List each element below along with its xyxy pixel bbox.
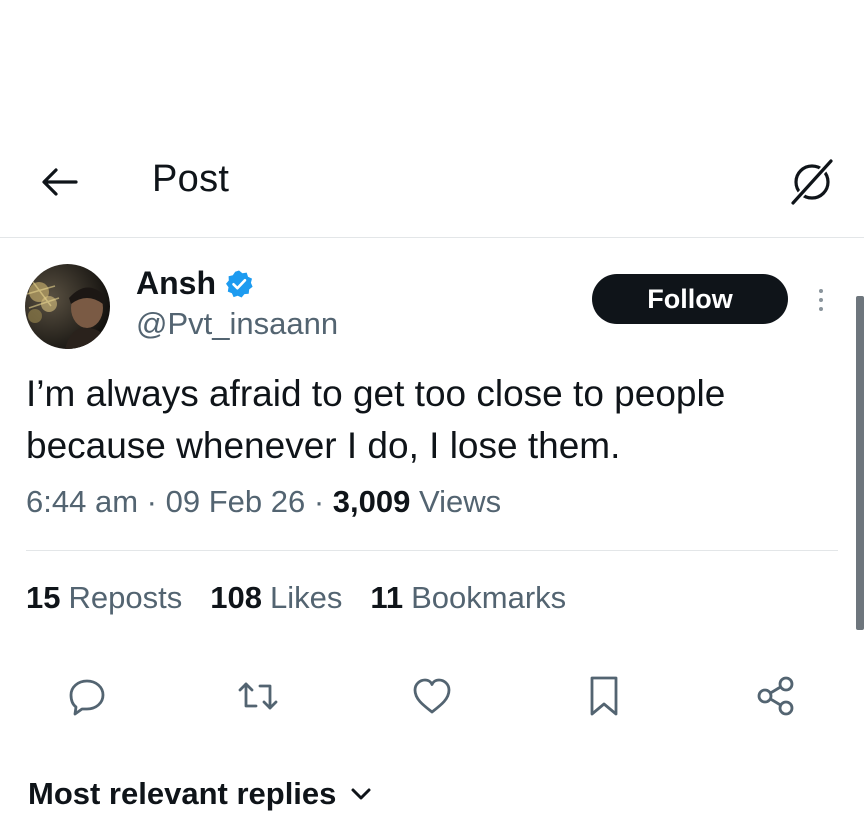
reposts-count: 15: [26, 580, 61, 615]
likes-stat[interactable]: 108 Likes: [210, 580, 342, 616]
post-meta: 6:44 am · 09 Feb 26 · 3,009 Views: [26, 484, 501, 520]
share-icon: [757, 676, 794, 716]
more-dot-icon: [819, 307, 823, 311]
post-detail-screen: Post Ansh @Pvt_insaann Follow I’m always…: [0, 0, 864, 833]
reposts-label: Reposts: [68, 580, 183, 615]
grok-slash-icon: [789, 157, 835, 207]
action-bar: [0, 672, 864, 720]
bookmark-icon: [590, 676, 618, 716]
meta-separator: ·: [313, 484, 325, 519]
arrow-left-icon: [42, 168, 78, 196]
back-button[interactable]: [36, 162, 82, 202]
engagement-stats: 15 Reposts 108 Likes 11 Bookmarks: [26, 580, 566, 616]
views-label: Views: [418, 484, 502, 519]
bookmark-button[interactable]: [580, 672, 628, 720]
likes-count: 108: [210, 580, 262, 615]
chevron-down-icon: [351, 788, 371, 800]
views-count: 3,009: [332, 484, 411, 519]
likes-label: Likes: [269, 580, 343, 615]
more-options-button[interactable]: [808, 280, 834, 320]
replies-sort-label: Most relevant replies: [28, 776, 337, 811]
avatar[interactable]: [25, 264, 110, 349]
top-app-bar: Post: [0, 140, 864, 238]
more-dot-icon: [819, 289, 823, 293]
reply-button[interactable]: [63, 672, 111, 720]
bookmarks-label: Bookmarks: [411, 580, 567, 615]
bookmarks-count: 11: [370, 580, 404, 615]
post-time[interactable]: 6:44 am: [26, 484, 138, 519]
reply-icon: [69, 679, 105, 716]
avatar-photo: [25, 264, 110, 349]
repost-icon: [238, 682, 278, 710]
like-button[interactable]: [408, 672, 456, 720]
reposts-stat[interactable]: 15 Reposts: [26, 580, 182, 616]
meta-separator: ·: [146, 484, 157, 519]
repost-button[interactable]: [234, 672, 282, 720]
share-button[interactable]: [752, 672, 800, 720]
heart-icon: [413, 678, 451, 714]
follow-button[interactable]: Follow: [592, 274, 788, 324]
scrollbar[interactable]: [856, 296, 864, 630]
post-text: I’m always afraid to get too close to pe…: [26, 373, 726, 466]
replies-sort-dropdown[interactable]: Most relevant replies: [28, 776, 372, 812]
verified-badge-icon: [226, 270, 253, 297]
divider: [26, 550, 838, 551]
post-date[interactable]: 09 Feb 26: [166, 484, 306, 519]
grok-button[interactable]: [786, 156, 838, 208]
page-title: Post: [152, 158, 230, 200]
author-handle[interactable]: @Pvt_insaann: [136, 306, 338, 342]
more-dot-icon: [819, 298, 823, 302]
bookmarks-stat[interactable]: 11 Bookmarks: [370, 580, 566, 616]
author-name: Ansh: [136, 265, 216, 301]
author-name-row[interactable]: Ansh: [136, 265, 254, 302]
